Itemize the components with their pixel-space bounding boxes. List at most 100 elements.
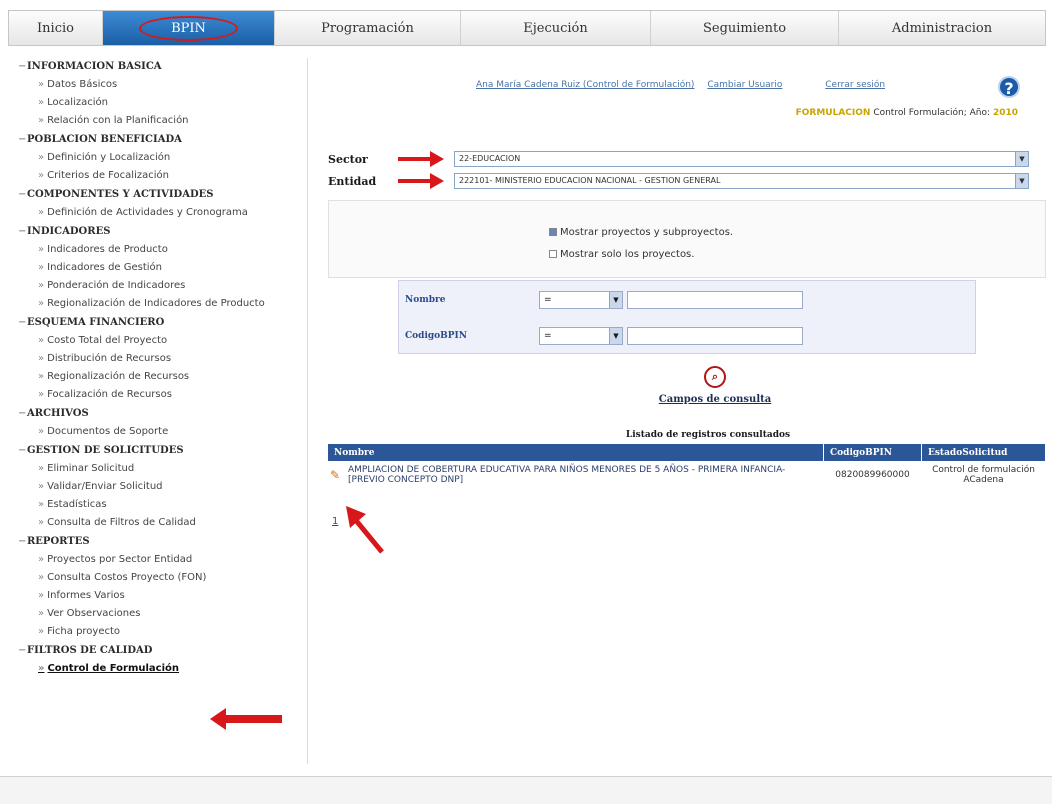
collapse-icon[interactable]: − <box>18 405 27 423</box>
sidebar-item[interactable]: » Eliminar Solicitud <box>8 460 307 478</box>
column-header[interactable]: Nombre <box>328 444 824 461</box>
sidebar-item-label: Ficha proyecto <box>47 626 121 637</box>
table-row[interactable]: ✎ AMPLIACION DE COBERTURA EDUCATIVA PARA… <box>328 461 1046 489</box>
sidebar-section-title[interactable]: −GESTION DE SOLICITUDES <box>8 442 307 460</box>
sidebar-item[interactable]: » Consulta Costos Proyecto (FON) <box>8 569 307 587</box>
entidad-select[interactable]: 222101- MINISTERIO EDUCACION NACIONAL - … <box>454 173 1029 189</box>
edit-pencil-icon[interactable]: ✎ <box>328 461 342 489</box>
help-icon[interactable]: ? <box>998 76 1020 98</box>
entidad-value: 222101- MINISTERIO EDUCACION NACIONAL - … <box>459 176 721 185</box>
sidebar-section-title[interactable]: −INDICADORES <box>8 223 307 241</box>
sidebar-section-title[interactable]: −POBLACION BENEFICIADA <box>8 131 307 149</box>
collapse-icon[interactable]: − <box>18 314 27 332</box>
sidebar-item[interactable]: » Indicadores de Gestión <box>8 259 307 277</box>
page-link[interactable]: 1 <box>332 516 338 527</box>
change-user-link[interactable]: Cambiar Usuario <box>707 80 782 90</box>
sidebar-section-title[interactable]: −ESQUEMA FINANCIERO <box>8 314 307 332</box>
sidebar-section-title[interactable]: −ARCHIVOS <box>8 405 307 423</box>
sidebar-section-label: INFORMACION BASICA <box>27 61 162 72</box>
sidebar-item[interactable]: » Indicadores de Producto <box>8 241 307 259</box>
logout-link[interactable]: Cerrar sesión <box>825 80 885 90</box>
sidebar-section-label: ARCHIVOS <box>27 408 89 419</box>
sidebar-section-label: FILTROS DE CALIDAD <box>27 645 153 656</box>
collapse-icon[interactable]: − <box>18 58 27 76</box>
filter-row-codigo: CodigoBPIN = ▼ <box>399 319 975 353</box>
sidebar-item[interactable]: » Documentos de Soporte <box>8 423 307 441</box>
sidebar-item[interactable]: » Ver Observaciones <box>8 605 307 623</box>
sidebar-item[interactable]: » Consulta de Filtros de Calidad <box>8 514 307 532</box>
codigo-label: CodigoBPIN <box>405 331 467 341</box>
cell-codigo: 0820089960000 <box>835 470 910 480</box>
sidebar-section-title[interactable]: −INFORMACION BASICA <box>8 58 307 76</box>
sidebar-item[interactable]: » Datos Básicos <box>8 76 307 94</box>
cell-nombre: AMPLIACION DE COBERTURA EDUCATIVA PARA N… <box>348 465 786 485</box>
sidebar-item[interactable]: » Regionalización de Indicadores de Produ… <box>8 295 307 313</box>
bullet-icon: » <box>38 207 45 218</box>
collapse-icon[interactable]: − <box>18 442 27 460</box>
sidebar-item[interactable]: » Control de Formulación <box>8 660 307 678</box>
filter-row-nombre: Nombre = ▼ <box>399 283 975 317</box>
sidebar-item[interactable]: » Criterios de Focalización <box>8 167 307 185</box>
tab-label: BPIN <box>139 15 238 41</box>
sidebar-item[interactable]: » Regionalización de Recursos <box>8 368 307 386</box>
tab-inicio[interactable]: Inicio <box>9 11 103 45</box>
bullet-icon: » <box>38 371 45 382</box>
consult-link[interactable]: Campos de consulta <box>608 394 822 405</box>
footer <box>0 776 1052 804</box>
sidebar-item-label: Regionalización de Indicadores de Produc… <box>47 298 265 309</box>
collapse-icon[interactable]: − <box>18 223 27 241</box>
bullet-icon: » <box>38 663 45 674</box>
sidebar-item[interactable]: » Proyectos por Sector Entidad <box>8 551 307 569</box>
sidebar-item[interactable]: » Definición de Actividades y Cronograma <box>8 204 307 222</box>
sidebar-item-label: Definición y Localización <box>47 152 171 163</box>
bullet-icon: » <box>38 499 45 510</box>
sidebar-item[interactable]: » Validar/Enviar Solicitud <box>8 478 307 496</box>
collapse-icon[interactable]: − <box>18 186 27 204</box>
sidebar-section-title[interactable]: −REPORTES <box>8 533 307 551</box>
tab-label: Administracion <box>891 20 993 36</box>
search-icon[interactable]: ⌕ <box>704 366 726 388</box>
sidebar-item[interactable]: » Ficha proyecto <box>8 623 307 641</box>
sidebar-section-title[interactable]: −FILTROS DE CALIDAD <box>8 642 307 660</box>
checkbox-icon[interactable] <box>549 228 557 236</box>
table-header-row: Nombre CodigoBPIN EstadoSolicitud <box>328 444 1046 461</box>
sidebar-item[interactable]: » Relación con la Planificación <box>8 112 307 130</box>
sidebar-section-title[interactable]: −COMPONENTES Y ACTIVIDADES <box>8 186 307 204</box>
tab-ejecucion[interactable]: Ejecución <box>461 11 651 45</box>
sidebar-section-label: GESTION DE SOLICITUDES <box>27 445 184 456</box>
option-all[interactable]: Mostrar proyectos y subproyectos. <box>549 227 733 238</box>
tab-seguimiento[interactable]: Seguimiento <box>651 11 839 45</box>
collapse-icon[interactable]: − <box>18 533 27 551</box>
sidebar-item[interactable]: » Estadísticas <box>8 496 307 514</box>
codigo-input[interactable] <box>627 327 803 345</box>
nombre-input[interactable] <box>627 291 803 309</box>
sidebar-item[interactable]: » Informes Varios <box>8 587 307 605</box>
collapse-icon[interactable]: − <box>18 131 27 149</box>
collapse-icon[interactable]: − <box>18 642 27 660</box>
sidebar-section-label: REPORTES <box>27 536 90 547</box>
nombre-operator-select[interactable]: = ▼ <box>539 291 623 309</box>
checkbox-icon[interactable] <box>549 250 557 258</box>
option-projects[interactable]: Mostrar solo los proyectos. <box>549 249 694 260</box>
tab-administracion[interactable]: Administracion <box>839 11 1045 45</box>
user-link[interactable]: Ana María Cadena Ruiz (Control de Formul… <box>476 80 694 90</box>
column-header[interactable]: CodigoBPIN <box>823 444 922 461</box>
sidebar-item[interactable]: » Focalización de Recursos <box>8 386 307 404</box>
tab-bpin[interactable]: BPIN <box>103 11 275 45</box>
tab-programacion[interactable]: Programación <box>275 11 461 45</box>
sidebar-item[interactable]: » Costo Total del Proyecto <box>8 332 307 350</box>
sector-label: Sector <box>328 152 368 166</box>
codigo-operator-select[interactable]: = ▼ <box>539 327 623 345</box>
sidebar-item[interactable]: » Distribución de Recursos <box>8 350 307 368</box>
sidebar-item[interactable]: » Ponderación de Indicadores <box>8 277 307 295</box>
sector-select[interactable]: 22-EDUCACION ▼ <box>454 151 1029 167</box>
sidebar-item-label: Consulta Costos Proyecto (FON) <box>47 572 207 583</box>
sidebar-item[interactable]: » Definición y Localización <box>8 149 307 167</box>
bullet-icon: » <box>38 389 45 400</box>
sidebar: −INFORMACION BASICA» Datos Básicos» Locali… <box>8 58 308 764</box>
sidebar-section-label: INDICADORES <box>27 226 111 237</box>
bullet-icon: » <box>38 481 45 492</box>
sidebar-item-label: Indicadores de Producto <box>47 244 168 255</box>
sidebar-item[interactable]: » Localización <box>8 94 307 112</box>
column-header[interactable]: EstadoSolicitud <box>921 444 1046 461</box>
